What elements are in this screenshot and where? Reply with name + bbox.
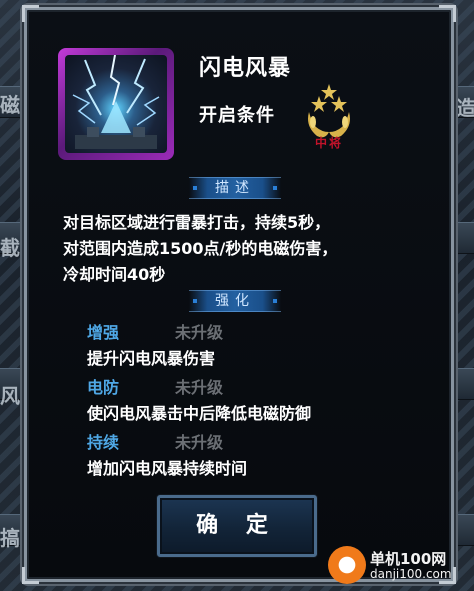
upgrade-status-em-defense: 未升级 [175, 378, 224, 397]
lightning-bolts-icon [72, 55, 160, 149]
upgrade-desc-boost: 提升闪电风暴伤害 [87, 349, 216, 368]
skill-icon-frame [58, 48, 174, 160]
rank-label: 中将 [314, 136, 343, 150]
upgrade-desc-duration: 增加闪电风暴持续时间 [87, 459, 248, 478]
confirm-button[interactable]: 确 定 [157, 495, 317, 557]
section-header-dot [193, 186, 197, 190]
section-header-dot [193, 299, 197, 303]
background-text: 搞 [0, 526, 20, 550]
section-header-label: 描述 [215, 180, 255, 196]
upgrade-desc-em-defense: 使闪电风暴击中后降低电磁防御 [87, 404, 312, 423]
unlock-condition-label: 开启条件 [199, 105, 275, 126]
section-header-upgrade: 强化 [189, 290, 281, 312]
skill-info-dialog: 闪电风暴 开启条件 中将 描述 对目标区域进行雷暴打击，持续5秒， 对范围内造成… [22, 5, 456, 584]
skill-title: 闪电风暴 [199, 56, 292, 81]
lightning-storm-icon [65, 55, 167, 153]
description-line: 对目标区域进行雷暴打击，持续5秒， [63, 213, 331, 232]
upgrade-name-em-defense: 电防 [87, 378, 120, 397]
background-text: 磁 [0, 93, 20, 117]
section-header-description: 描述 [189, 177, 281, 199]
section-header-dot [273, 186, 277, 190]
section-header-dot [273, 299, 277, 303]
upgrade-status-boost: 未升级 [175, 323, 224, 342]
upgrade-status-duration: 未升级 [175, 433, 224, 452]
watermark-site-name: 单机100网 [370, 550, 447, 568]
background-text: 截 [0, 236, 20, 260]
upgrade-name-duration: 持续 [87, 433, 120, 452]
frame-corner [22, 5, 39, 22]
background-text: 造 [456, 96, 474, 120]
section-header-label: 强化 [215, 293, 255, 309]
description-line: 对范围内造成1500点/秒的电磁伤害， [63, 239, 338, 258]
description-line: 冷却时间40秒 [63, 265, 166, 284]
watermark-url: danji100.com [370, 567, 452, 581]
watermark-logo-icon [328, 546, 366, 584]
upgrade-name-boost: 增强 [87, 323, 120, 342]
frame-corner [22, 567, 39, 584]
frame-corner [439, 5, 456, 22]
background-text: 风 [0, 384, 20, 408]
